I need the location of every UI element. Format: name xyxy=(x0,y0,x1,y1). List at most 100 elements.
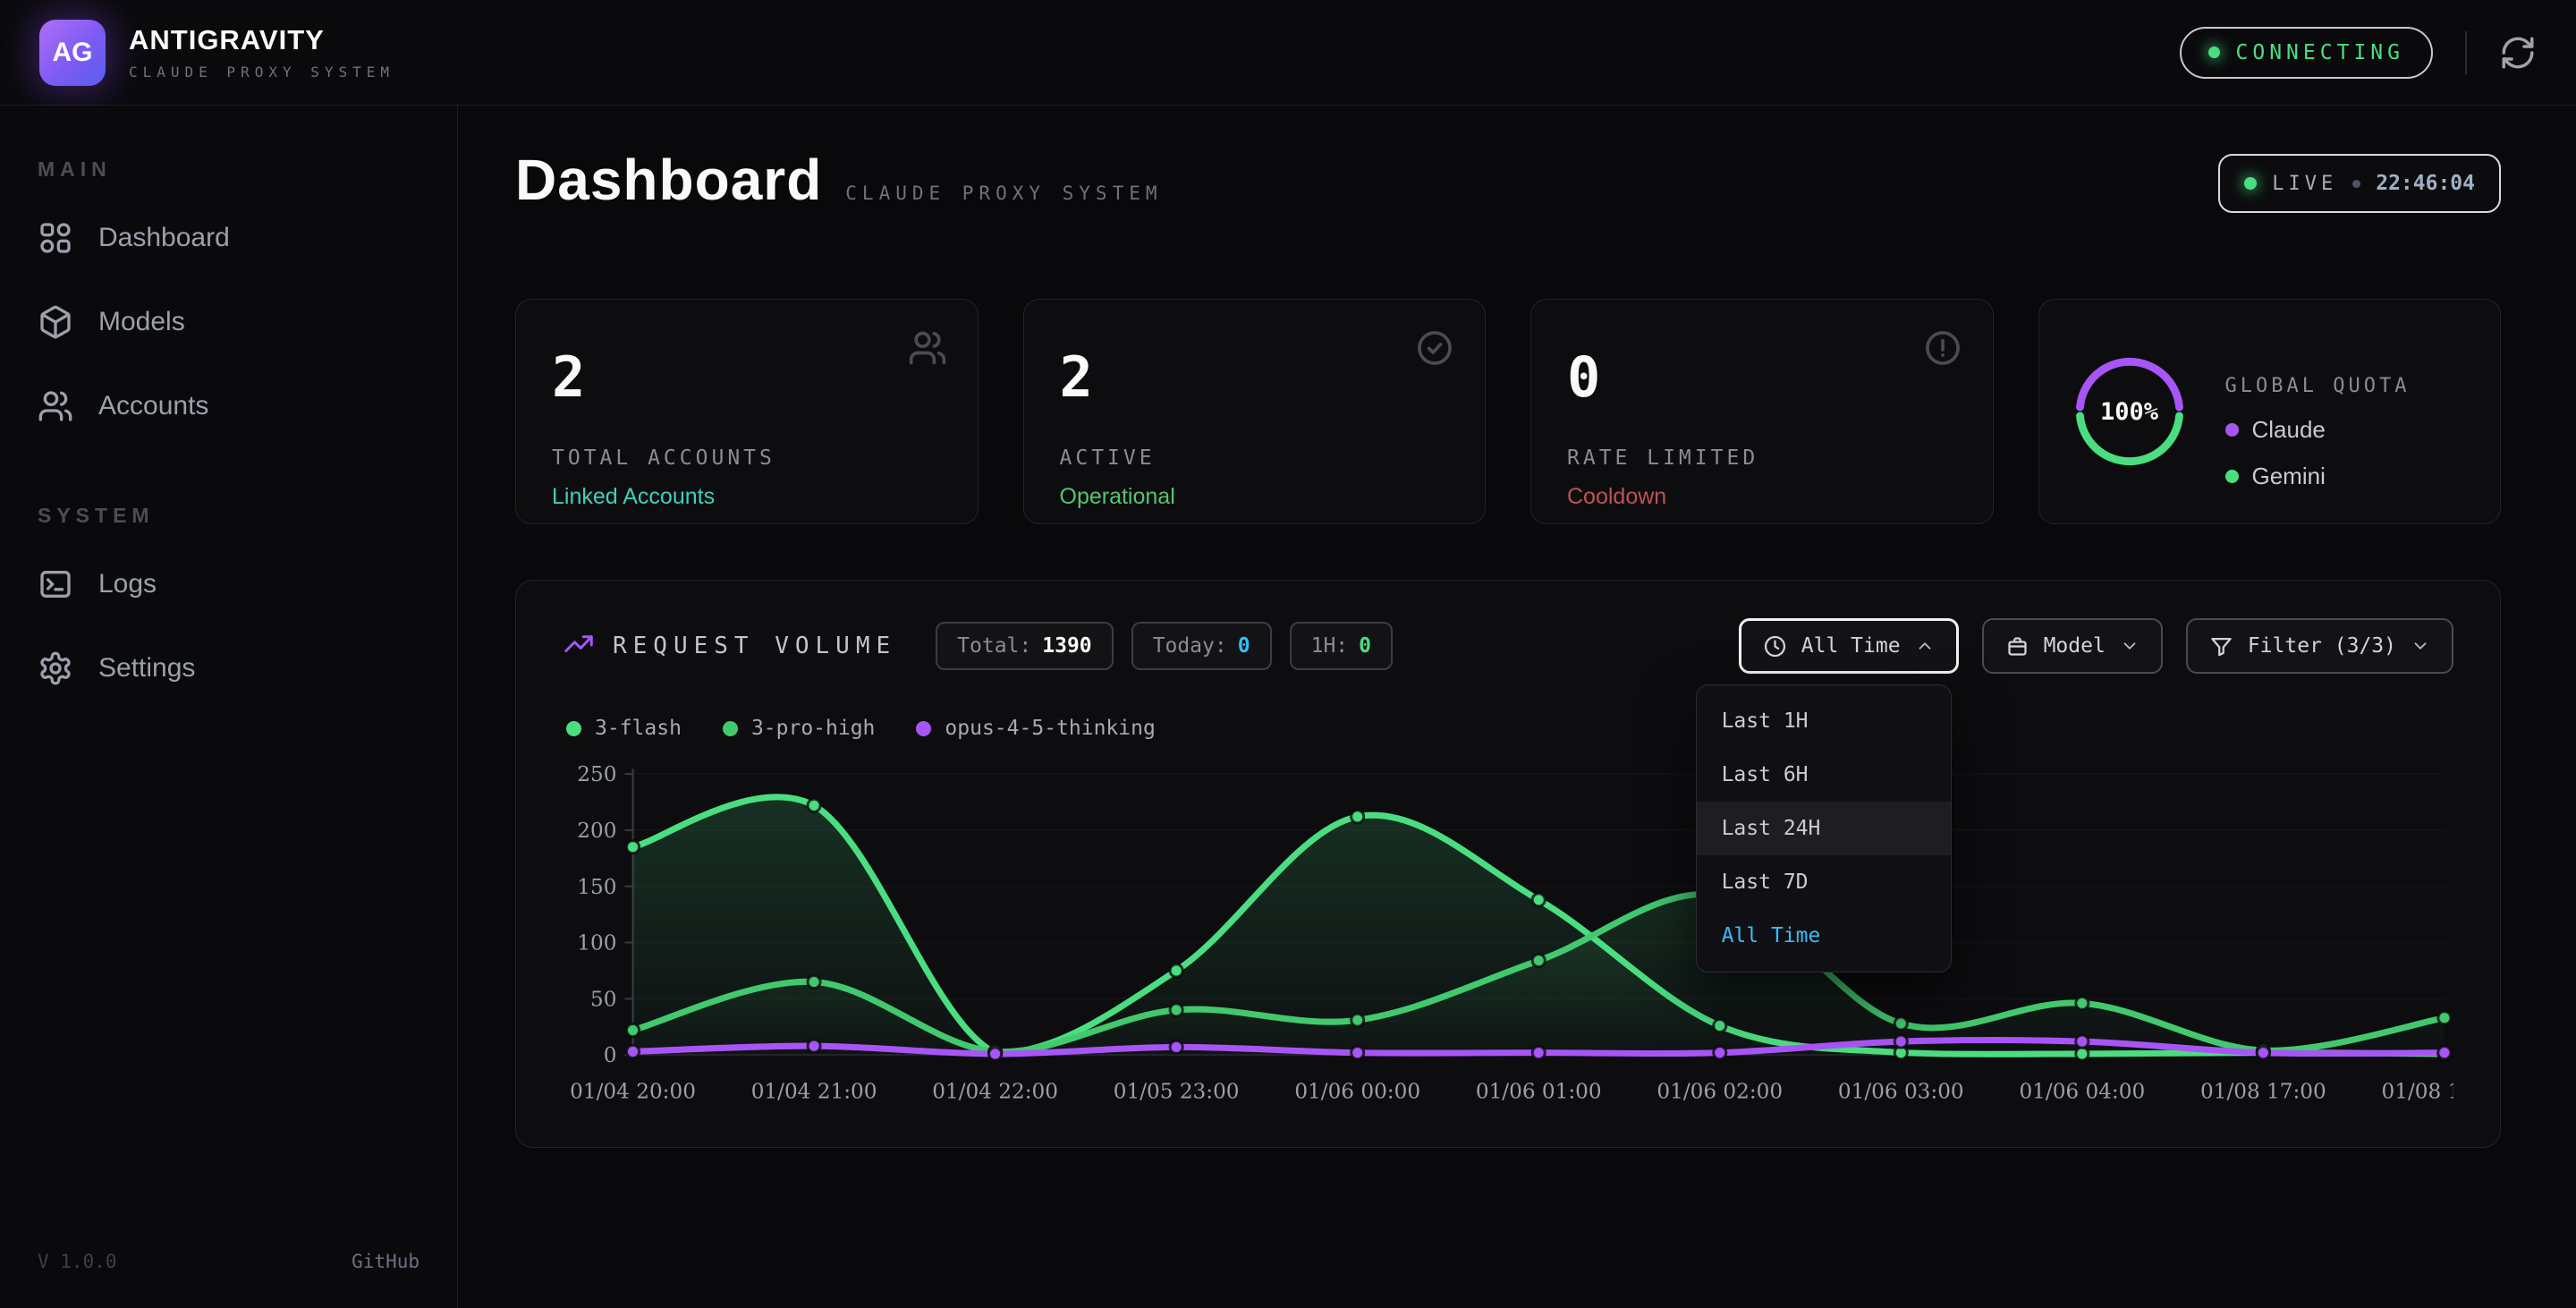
chevron-down-icon xyxy=(2120,636,2140,656)
quota-label: GLOBAL QUOTA xyxy=(2225,375,2411,397)
clock-icon xyxy=(1763,634,1787,658)
connection-status-badge: CONNECTING xyxy=(2180,27,2433,79)
sidebar-item-label: Dashboard xyxy=(98,223,230,253)
y-tick-label: 100 xyxy=(577,932,616,956)
stat-chip-1h: 1H: 0 xyxy=(1290,622,1393,670)
x-tick-label: 01/06 00:00 xyxy=(1294,1080,1420,1103)
live-label: LIVE xyxy=(2272,173,2337,195)
dropdown-item-all-time[interactable]: All Time xyxy=(1697,909,1951,963)
app-subtitle: CLAUDE PROXY SYSTEM xyxy=(129,64,394,81)
legend-dot-icon xyxy=(723,721,738,736)
users-icon xyxy=(908,328,947,368)
trending-up-icon xyxy=(563,628,595,665)
nav-section-label-system: SYSTEM xyxy=(38,504,457,528)
global-quota-card: 100% GLOBAL QUOTA Claude Gemini xyxy=(2038,299,2502,524)
sidebar-item-accounts[interactable]: Accounts xyxy=(0,364,457,448)
users-icon xyxy=(908,328,947,368)
live-status-badge: LIVE 22:46:04 xyxy=(2218,154,2501,213)
trend-up-icon xyxy=(563,628,595,660)
app-title: ANTIGRAVITY xyxy=(129,24,394,56)
chip-value: 0 xyxy=(1359,634,1371,658)
check-circle-icon xyxy=(1415,328,1454,368)
stat-card-rate-limited: 0RATE LIMITEDCooldown xyxy=(1530,299,1994,524)
filter-button[interactable]: Filter (3/3) xyxy=(2186,618,2453,674)
model-filter-button[interactable]: Model xyxy=(1982,618,2163,674)
github-link[interactable]: GitHub xyxy=(352,1251,419,1272)
x-tick-label: 01/04 20:00 xyxy=(570,1080,696,1103)
quota-percent: 100% xyxy=(2072,353,2188,470)
stat-label: TOTAL ACCOUNTS xyxy=(552,446,942,470)
legend-dot-icon xyxy=(916,721,931,736)
sidebar-item-logs[interactable]: Logs xyxy=(0,542,457,626)
chevron-up-icon xyxy=(1915,636,1935,656)
stat-value: 2 xyxy=(1060,350,1450,405)
page-title: Dashboard xyxy=(515,147,822,213)
time-range-dropdown: Last 1HLast 6HLast 24HLast 7DAll Time xyxy=(1696,684,1952,973)
chip-label: 1H: xyxy=(1311,634,1349,658)
grid-icon xyxy=(38,220,73,256)
x-tick-label: 01/04 21:00 xyxy=(751,1080,877,1103)
time-range-button[interactable]: All Time xyxy=(1739,618,1959,674)
alert-circle-icon xyxy=(1923,328,1962,368)
line-chart-svg: 05010015020025001/04 20:0001/04 21:0001/… xyxy=(563,760,2453,1117)
chip-label: Total: xyxy=(957,634,1031,658)
stat-value: 2 xyxy=(552,350,942,405)
chevron-down-icon xyxy=(2120,636,2140,656)
chevron-down-icon xyxy=(2411,636,2430,656)
alert-circle-icon xyxy=(1923,328,1962,368)
x-tick-label: 01/06 03:00 xyxy=(1838,1080,1964,1103)
dropdown-item-last-6h[interactable]: Last 6H xyxy=(1697,748,1951,802)
nav-section-label-main: MAIN xyxy=(38,157,457,182)
dropdown-item-last-24h[interactable]: Last 24H xyxy=(1697,802,1951,855)
quota-legend-label: Gemini xyxy=(2252,463,2326,490)
funnel-icon xyxy=(2209,634,2233,658)
chart-legend-label: 3-pro-high xyxy=(751,717,875,740)
sidebar-item-dashboard[interactable]: Dashboard xyxy=(0,196,457,280)
refresh-button[interactable] xyxy=(2499,34,2537,72)
live-clock: 22:46:04 xyxy=(2376,172,2475,195)
chart-legend-label: 3-flash xyxy=(595,717,682,740)
dropdown-item-last-7d[interactable]: Last 7D xyxy=(1697,855,1951,909)
x-tick-label: 01/08 17:00 xyxy=(2200,1080,2326,1103)
y-tick-label: 50 xyxy=(590,988,616,1011)
panel-title: REQUEST VOLUME xyxy=(613,633,896,659)
stat-sublabel: Linked Accounts xyxy=(552,484,942,510)
stat-card-total-accounts: 2 TOTAL ACCOUNTS Linked Accounts xyxy=(515,299,979,524)
main-content: Dashboard CLAUDE PROXY SYSTEM LIVE 22:46… xyxy=(458,106,2576,1308)
chart-legend-3-flash[interactable]: 3-flash xyxy=(566,717,682,740)
chip-label: Today: xyxy=(1153,634,1227,658)
chart-legend-3-pro-high[interactable]: 3-pro-high xyxy=(723,717,875,740)
quota-legend-claude: Claude xyxy=(2225,416,2411,444)
stat-sublabel: Cooldown xyxy=(1567,484,1957,510)
dropdown-item-last-1h[interactable]: Last 1H xyxy=(1697,694,1951,748)
chip-value: 1390 xyxy=(1042,634,1091,658)
x-tick-label: 01/08 18:00 xyxy=(2382,1080,2453,1103)
stat-sublabel: Operational xyxy=(1060,484,1450,510)
x-tick-label: 01/04 22:00 xyxy=(932,1080,1058,1103)
legend-dot-icon xyxy=(566,721,581,736)
x-tick-label: 01/06 01:00 xyxy=(1476,1080,1602,1103)
app-version: V 1.0.0 xyxy=(38,1251,117,1272)
funnel-icon xyxy=(2209,634,2233,658)
sidebar-item-settings[interactable]: Settings xyxy=(0,626,457,710)
sidebar-item-label: Accounts xyxy=(98,391,208,421)
clock-icon xyxy=(1763,634,1787,658)
y-tick-label: 0 xyxy=(604,1044,617,1067)
sidebar-item-label: Settings xyxy=(98,653,195,684)
x-tick-label: 01/05 23:00 xyxy=(1114,1080,1240,1103)
quota-legend-gemini: Gemini xyxy=(2225,463,2411,490)
divider xyxy=(2465,31,2467,74)
sidebar-item-models[interactable]: Models xyxy=(0,280,457,364)
brand: AG ANTIGRAVITY CLAUDE PROXY SYSTEM xyxy=(39,20,394,86)
connection-status-label: CONNECTING xyxy=(2236,41,2404,64)
x-tick-label: 01/06 02:00 xyxy=(1657,1080,1783,1103)
y-tick-label: 200 xyxy=(577,820,616,843)
stat-value: 0 xyxy=(1567,350,1957,405)
sidebar: MAIN Dashboard Models Accounts SYSTEM Logs Set… xyxy=(0,106,458,1308)
stat-card-active: 2 ACTIVE Operational xyxy=(1023,299,1487,524)
quota-legend-label: Claude xyxy=(2252,416,2326,444)
chevron-down-icon xyxy=(2411,636,2430,656)
top-bar: AG ANTIGRAVITY CLAUDE PROXY SYSTEM CONNE… xyxy=(0,0,2576,106)
stat-label: ACTIVE xyxy=(1060,446,1450,470)
chart-legend-opus-4-5-thinking[interactable]: opus-4-5-thinking xyxy=(916,717,1155,740)
